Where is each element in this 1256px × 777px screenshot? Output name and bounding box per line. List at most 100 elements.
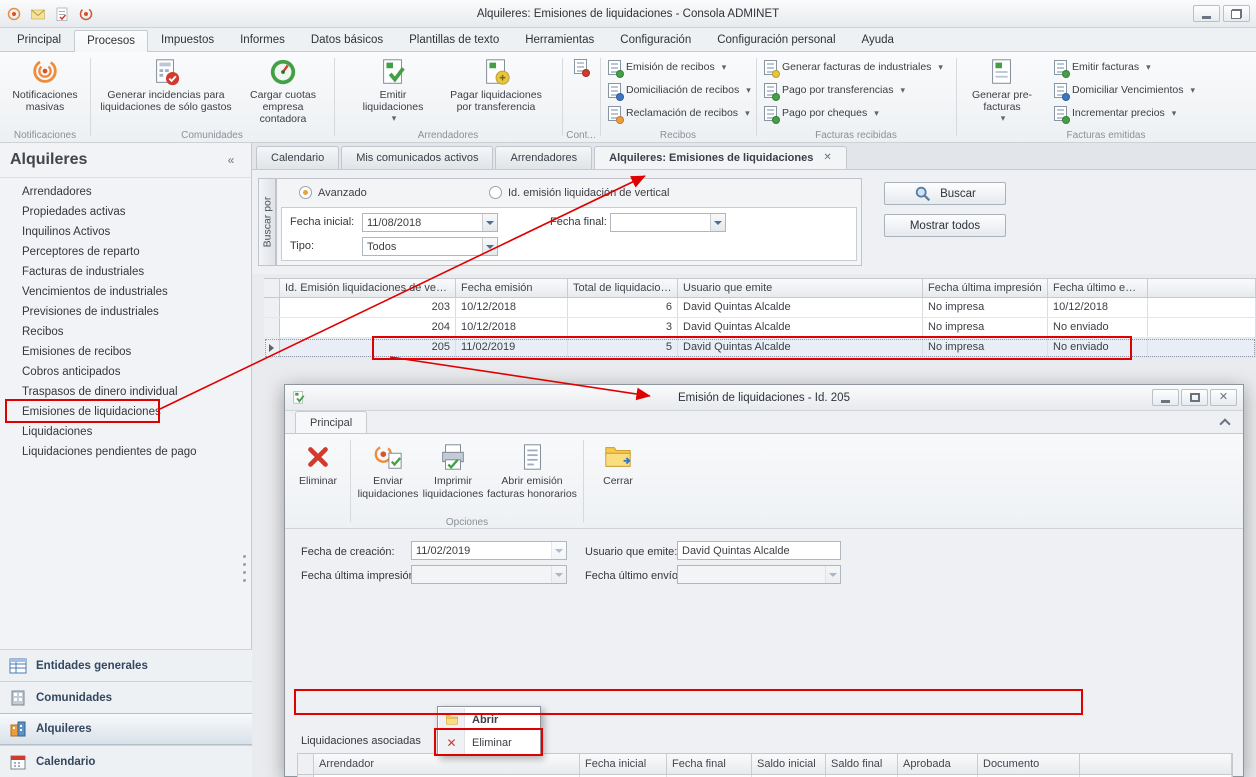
context-menu-abrir[interactable]: Abrir: [439, 708, 539, 731]
sidebar-item-perceptores[interactable]: Perceptores de reparto: [0, 242, 252, 262]
reclamacion-recibos-button[interactable]: Reclamación de recibos▾: [604, 103, 754, 123]
abrir-emision-facturas-button[interactable]: Abrir emisión facturas honorarios: [486, 438, 578, 514]
column-header[interactable]: Total de liquidaciones: [568, 279, 678, 297]
domiciliar-vencimientos-button[interactable]: Domiciliar Vencimientos▾: [1050, 80, 1199, 100]
mostrar-todos-button[interactable]: Mostrar todos: [884, 214, 1006, 237]
invoice-icon: [764, 83, 777, 98]
tab-close-icon[interactable]: ✕: [823, 147, 831, 169]
combo-arrow-icon: [551, 566, 566, 583]
dialog-tab-principal[interactable]: Principal: [295, 411, 367, 434]
dialog-tab-row: Principal: [285, 411, 1243, 434]
generar-prefacturas-button[interactable]: Generar pre-facturas ▾: [964, 55, 1040, 125]
menu-datos-basicos[interactable]: Datos básicos: [298, 29, 396, 51]
incrementar-precios-button[interactable]: Incrementar precios▾: [1050, 103, 1180, 123]
restore-icon: [1231, 9, 1242, 19]
menu-ayuda[interactable]: Ayuda: [849, 29, 907, 51]
sidebar-item-vencimientos[interactable]: Vencimientos de industriales: [0, 282, 252, 302]
column-header[interactable]: Saldo final: [826, 754, 898, 774]
sidebar-item-emisiones-recibos[interactable]: Emisiones de recibos: [0, 342, 252, 362]
column-header[interactable]: Fecha inicial: [580, 754, 667, 774]
table-row-selected[interactable]: 205 11/02/2019 5 David Quintas Alcalde N…: [264, 338, 1256, 358]
column-header[interactable]: Aprobada: [898, 754, 978, 774]
dialog-close-button[interactable]: ✕: [1210, 389, 1237, 406]
dropdown-arrow-icon: ▾: [392, 113, 397, 123]
table-row[interactable]: 204 10/12/2018 3 David Quintas Alcalde N…: [264, 318, 1256, 338]
column-header[interactable]: Fecha final: [667, 754, 752, 774]
menu-configuracion-personal[interactable]: Configuración personal: [704, 29, 848, 51]
column-header[interactable]: Fecha emisión: [456, 279, 568, 297]
sidebar-item-comunidades[interactable]: Comunidades: [0, 681, 252, 713]
sidebar-item-facturas-industriales[interactable]: Facturas de industriales: [0, 262, 252, 282]
sidebar-collapse-button[interactable]: «: [221, 151, 241, 169]
sidebar-item-inquilinos-activos[interactable]: Inquilinos Activos: [0, 222, 252, 242]
column-header[interactable]: Id. Emisión liquidaciones de vertical: [280, 279, 456, 297]
fecha-ultimo-envio-combo[interactable]: [677, 565, 841, 584]
enviar-liquidaciones-button[interactable]: Enviar liquidaciones: [356, 438, 420, 514]
column-header[interactable]: Documento: [978, 754, 1080, 774]
table-row[interactable]: 203 10/12/2018 6 David Quintas Alcalde N…: [264, 298, 1256, 318]
domiciliacion-recibos-button[interactable]: Domiciliación de recibos▾: [604, 80, 755, 100]
cont-button[interactable]: [570, 56, 591, 76]
sidebar-item-emisiones-liquidaciones[interactable]: Emisiones de liquidaciones: [0, 402, 252, 422]
buscar-button[interactable]: Buscar: [884, 182, 1006, 205]
context-menu-eliminar[interactable]: ✕ Eliminar: [439, 731, 539, 754]
pago-transferencias-button[interactable]: Pago por transferencias▾: [760, 80, 909, 100]
column-header[interactable]: Arrendador: [314, 754, 580, 774]
sidebar-item-calendario[interactable]: Calendario: [0, 745, 252, 777]
imprimir-liquidaciones-button[interactable]: Imprimir liquidaciones: [420, 438, 486, 514]
menu-plantillas[interactable]: Plantillas de texto: [396, 29, 512, 51]
pagar-liquidaciones-button[interactable]: Pagar liquidaciones por transferencia: [440, 55, 552, 115]
tab-mis-comunicados[interactable]: Mis comunicados activos: [341, 146, 493, 169]
sidebar-item-cobros-anticipados[interactable]: Cobros anticipados: [0, 362, 252, 382]
sidebar-item-liquidaciones-pendientes[interactable]: Liquidaciones pendientes de pago: [0, 442, 252, 462]
tab-arrendadores[interactable]: Arrendadores: [495, 146, 592, 169]
dialog-minimize-button[interactable]: [1152, 389, 1179, 406]
tab-calendario[interactable]: Calendario: [256, 146, 339, 169]
column-header[interactable]: Fecha última impresión: [923, 279, 1048, 297]
emitir-liquidaciones-button[interactable]: Emitir liquidaciones ▾: [350, 55, 436, 125]
cargar-cuotas-button[interactable]: Cargar cuotas empresa contadora: [238, 55, 328, 127]
dropdown-arrow-icon: ▾: [1172, 108, 1177, 119]
menu-herramientas[interactable]: Herramientas: [512, 29, 607, 51]
pago-cheques-button[interactable]: Pago por cheques▾: [760, 103, 883, 123]
sidebar-item-traspasos[interactable]: Traspasos de dinero individual: [0, 382, 252, 402]
dialog-maximize-button[interactable]: [1181, 389, 1208, 406]
menu-impuestos[interactable]: Impuestos: [148, 29, 227, 51]
notificaciones-masivas-button[interactable]: Notificaciones masivas: [4, 55, 86, 115]
eliminar-button[interactable]: Eliminar: [291, 438, 345, 514]
sidebar-item-alquileres[interactable]: Alquileres: [0, 713, 252, 745]
splitter-handle[interactable]: [243, 555, 246, 558]
sidebar-item-recibos[interactable]: Recibos: [0, 322, 252, 342]
restore-button[interactable]: [1223, 5, 1250, 22]
tab-emisiones-liquidaciones[interactable]: Alquileres: Emisiones de liquidaciones ✕: [594, 146, 847, 169]
fecha-final-combo[interactable]: [610, 213, 726, 232]
menu-procesos[interactable]: Procesos: [74, 30, 148, 52]
emision-recibos-button[interactable]: Emisión de recibos▾: [604, 57, 730, 77]
sidebar-item-arrendadores[interactable]: Arrendadores: [0, 182, 252, 202]
sidebar-item-previsiones[interactable]: Previsiones de industriales: [0, 302, 252, 322]
fecha-ultima-impresion-combo[interactable]: [411, 565, 567, 584]
radio-avanzado[interactable]: Avanzado: [299, 186, 367, 199]
cerrar-button[interactable]: Cerrar: [589, 438, 647, 514]
generar-facturas-industriales-button[interactable]: Generar facturas de industriales▾: [760, 57, 947, 77]
dropdown-arrow-icon: ▾: [1190, 85, 1195, 96]
emitir-facturas-button[interactable]: Emitir facturas▾: [1050, 57, 1155, 77]
usuario-que-emite-field[interactable]: David Quintas Alcalde: [677, 541, 841, 560]
minimize-button[interactable]: [1193, 5, 1220, 22]
menu-informes[interactable]: Informes: [227, 29, 298, 51]
collapse-ribbon-icon[interactable]: [1219, 418, 1230, 429]
fecha-creacion-combo[interactable]: 11/02/2019: [411, 541, 567, 560]
column-header[interactable]: Fecha último envío: [1048, 279, 1148, 297]
column-header[interactable]: Usuario que emite: [678, 279, 923, 297]
sidebar-item-entidades-generales[interactable]: Entidades generales: [0, 649, 252, 681]
menu-configuracion[interactable]: Configuración: [607, 29, 704, 51]
sidebar-item-liquidaciones[interactable]: Liquidaciones: [0, 422, 252, 442]
menu-principal[interactable]: Principal: [4, 29, 74, 51]
sidebar-item-propiedades-activas[interactable]: Propiedades activas: [0, 202, 252, 222]
tipo-combo[interactable]: Todos: [362, 237, 498, 256]
search-fields-box: Fecha inicial: 11/08/2018 Fecha final: T…: [281, 207, 857, 261]
generar-incidencias-button[interactable]: Generar incidencias para liquidaciones d…: [96, 55, 236, 115]
fecha-inicial-combo[interactable]: 11/08/2018: [362, 213, 498, 232]
radio-id-emision[interactable]: Id. emisión liquidación de vertical: [489, 186, 669, 199]
column-header[interactable]: Saldo inicial: [752, 754, 826, 774]
